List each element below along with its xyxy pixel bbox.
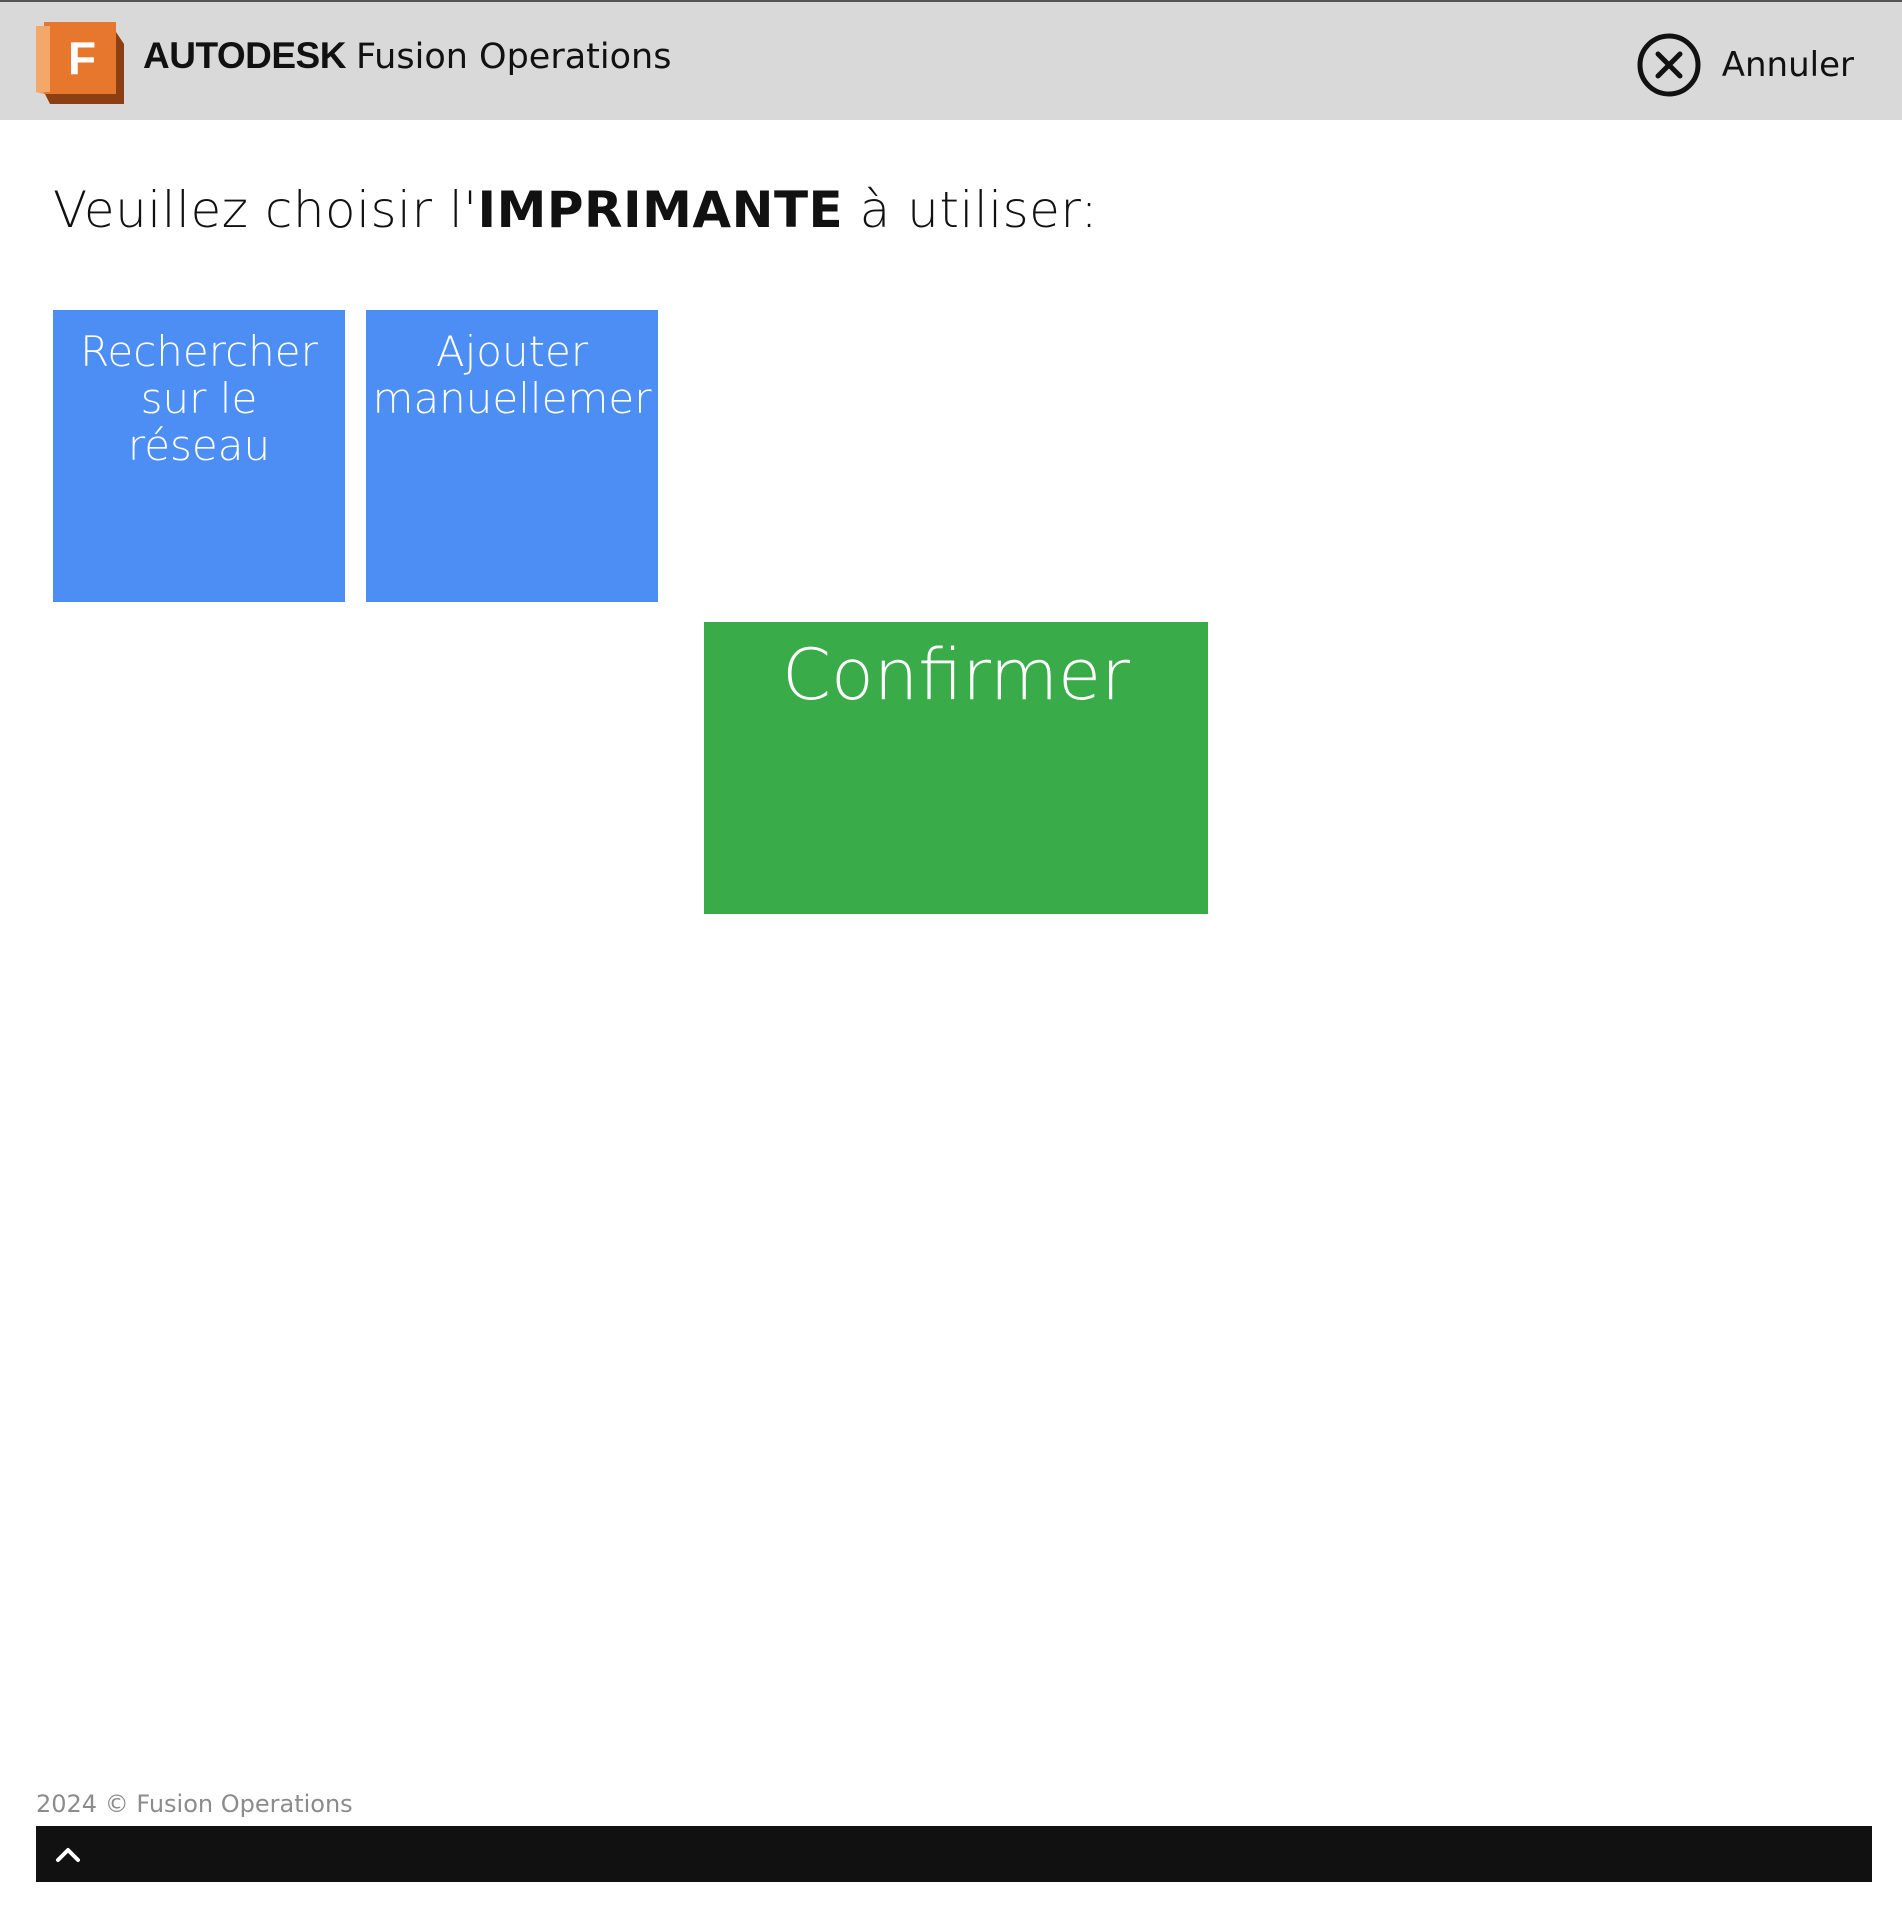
cancel-label[interactable]: Annuler (1722, 45, 1854, 85)
brand-product: Fusion Operations (355, 37, 672, 77)
page: F AUTODESK Fusion Operations Annuler Veui… (0, 0, 1902, 1916)
add-manually-label-line2[interactable]: manuellemer (366, 375, 658, 422)
chevron-up-icon[interactable] (50, 1838, 86, 1870)
add-manually-button[interactable]: Ajouter manuellemer (366, 310, 658, 602)
prompt-prefix: Veuillez choisir l' (53, 181, 478, 239)
brand-company: AUTODESK (143, 35, 346, 76)
prompt-suffix: à utiliser: (843, 181, 1098, 239)
autodesk-fusion-logo-icon: F (36, 22, 124, 104)
cancel-button[interactable]: Annuler (1636, 32, 1854, 98)
close-circle-icon[interactable] (1636, 32, 1702, 98)
copyright-text: 2024 © Fusion Operations (36, 1790, 353, 1818)
page-title: Veuillez choisir l'IMPRIMANTE à utiliser… (53, 175, 1098, 245)
add-manually-label-line1[interactable]: Ajouter (366, 328, 658, 375)
prompt-emphasis: IMPRIMANTE (477, 181, 844, 239)
confirm-button[interactable]: Confirmer (704, 622, 1208, 914)
search-network-button[interactable]: Rechercher sur le réseau (53, 310, 345, 602)
app-header: F AUTODESK Fusion Operations Annuler (0, 0, 1902, 120)
footer-bar (36, 1826, 1872, 1882)
logo-letter: F (68, 32, 96, 84)
app-brand: AUTODESK Fusion Operations (143, 32, 671, 81)
